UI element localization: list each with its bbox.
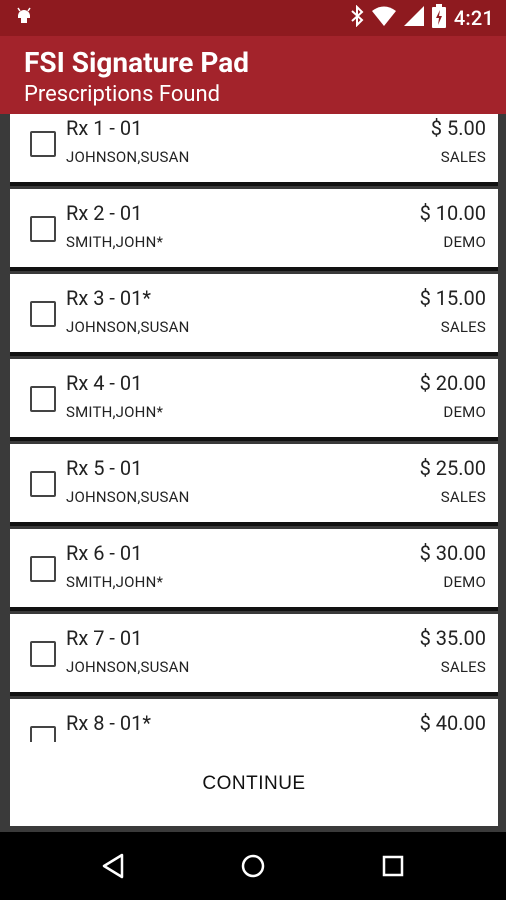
rx-amount: $ 5.00 — [430, 116, 486, 140]
signal-icon — [403, 6, 424, 30]
rx-type: DEMO — [443, 233, 486, 251]
navigation-bar — [0, 832, 506, 900]
prescription-checkbox[interactable] — [30, 556, 56, 582]
prescription-checkbox[interactable] — [30, 386, 56, 412]
app-subtitle: Prescriptions Found — [24, 82, 221, 107]
prescription-card[interactable]: Rx 6 - 01 SMITH,JOHN* $ 30.00 DEMO — [10, 529, 498, 611]
rx-number: Rx 7 - 01 — [66, 626, 143, 650]
status-icons: 4:21 — [350, 4, 494, 32]
prescription-list[interactable]: Rx 1 - 01 JOHNSON,SUSAN $ 5.00 SALES Rx … — [0, 114, 506, 742]
prescription-card[interactable]: Rx 4 - 01 SMITH,JOHN* $ 20.00 DEMO — [10, 359, 498, 441]
rx-amount: $ 20.00 — [419, 371, 486, 395]
rx-type: SALES — [440, 658, 486, 676]
patient-name: SMITH,JOHN* — [66, 233, 164, 251]
patient-name: JOHNSON,SUSAN — [66, 148, 190, 166]
rx-number: Rx 1 - 01 — [66, 116, 143, 140]
status-bar: 4:21 — [0, 0, 506, 36]
rx-type: DEMO — [443, 403, 486, 421]
app-title: FSI Signature Pad — [24, 46, 249, 79]
prescription-card[interactable]: Rx 3 - 01* JOHNSON,SUSAN $ 15.00 SALES — [10, 274, 498, 356]
rx-amount: $ 10.00 — [419, 201, 486, 225]
prescription-checkbox[interactable] — [30, 471, 56, 497]
prescription-card[interactable]: Rx 2 - 01 SMITH,JOHN* $ 10.00 DEMO — [10, 189, 498, 271]
android-icon — [12, 6, 36, 30]
patient-name: JOHNSON,SUSAN — [66, 318, 190, 336]
status-time: 4:21 — [453, 6, 494, 30]
rx-number: Rx 5 - 01 — [66, 456, 143, 480]
rx-number: Rx 3 - 01* — [66, 286, 151, 310]
rx-amount: $ 15.00 — [419, 286, 486, 310]
wifi-icon — [371, 6, 396, 30]
prescription-checkbox[interactable] — [30, 131, 56, 157]
rx-type: SALES — [440, 148, 486, 166]
bluetooth-icon — [350, 4, 364, 31]
continue-button[interactable]: CONTINUE — [196, 772, 311, 796]
prescription-checkbox[interactable] — [30, 301, 56, 327]
rx-amount: $ 30.00 — [419, 541, 486, 565]
patient-name: SMITH,JOHN* — [66, 403, 164, 421]
prescription-card[interactable]: Rx 8 - 01* $ 40.00 — [10, 699, 498, 742]
home-icon[interactable] — [237, 850, 269, 882]
rx-amount: $ 40.00 — [419, 711, 486, 735]
rx-type: DEMO — [443, 573, 486, 591]
app-bar: FSI Signature Pad Prescriptions Found — [0, 36, 506, 114]
patient-name: SMITH,JOHN* — [66, 573, 164, 591]
prescription-card[interactable]: Rx 1 - 01 JOHNSON,SUSAN $ 5.00 SALES — [10, 114, 498, 186]
rx-number: Rx 2 - 01 — [66, 201, 143, 225]
prescription-checkbox[interactable] — [30, 216, 56, 242]
prescription-checkbox[interactable] — [30, 641, 56, 667]
rx-type: SALES — [440, 488, 486, 506]
recents-icon[interactable] — [377, 850, 409, 882]
patient-name: JOHNSON,SUSAN — [66, 658, 190, 676]
back-icon[interactable] — [98, 850, 130, 882]
rx-amount: $ 35.00 — [419, 626, 486, 650]
rx-number: Rx 4 - 01 — [66, 371, 143, 395]
prescription-card[interactable]: Rx 5 - 01 JOHNSON,SUSAN $ 25.00 SALES — [10, 444, 498, 526]
patient-name: JOHNSON,SUSAN — [66, 488, 190, 506]
rx-number: Rx 6 - 01 — [66, 541, 143, 565]
prescription-checkbox[interactable] — [30, 726, 56, 742]
battery-charging-icon — [431, 4, 446, 32]
rx-number: Rx 8 - 01* — [66, 711, 151, 735]
prescription-card[interactable]: Rx 7 - 01 JOHNSON,SUSAN $ 35.00 SALES — [10, 614, 498, 696]
rx-type: SALES — [440, 318, 486, 336]
rx-amount: $ 25.00 — [419, 456, 486, 480]
continue-panel: CONTINUE — [10, 742, 498, 826]
